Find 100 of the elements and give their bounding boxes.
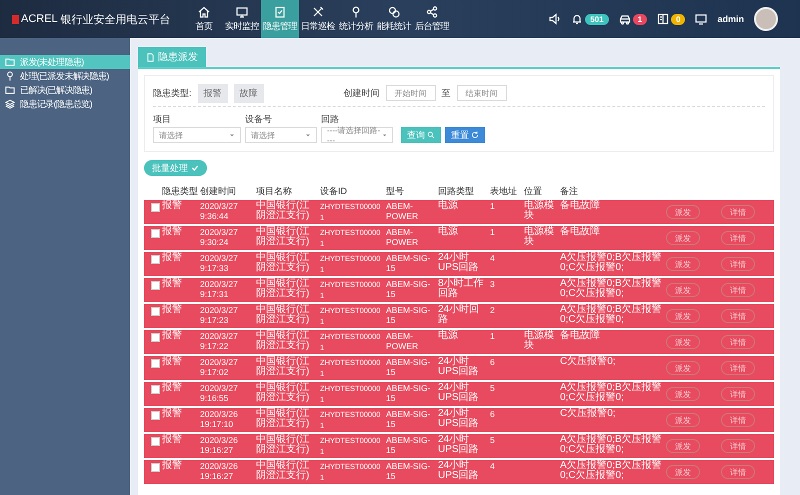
home-icon [198, 6, 210, 18]
table-cell: 2020/3/26 19:16:27 [200, 461, 238, 481]
select-field[interactable]: 请选择 [245, 127, 317, 143]
row-action-button[interactable]: 详情 [721, 283, 755, 297]
row-checkbox[interactable] [151, 333, 160, 342]
row-checkbox[interactable] [151, 281, 160, 290]
row-action-button[interactable]: 派发 [666, 439, 700, 453]
caret-icon [229, 132, 235, 138]
table-cell: 电源模块 [524, 330, 554, 351]
monitor-icon [695, 13, 708, 25]
row-checkbox[interactable] [151, 255, 160, 264]
row-action-button[interactable]: 详情 [721, 205, 755, 219]
username[interactable]: admin [717, 14, 744, 24]
table-cell: 4 [490, 461, 495, 471]
table-cell: 中国银行(江阴澄江支行) [256, 226, 310, 247]
row-action-button[interactable]: 派发 [666, 283, 700, 297]
row-checkbox[interactable] [151, 385, 160, 394]
table-cell: ABEM-SIG-15 [386, 253, 430, 273]
row-action-button[interactable]: 派发 [666, 413, 700, 427]
nav-tab[interactable]: 隐患管理 [261, 0, 299, 38]
check-icon [191, 164, 199, 172]
row-action-button[interactable]: 详情 [721, 231, 755, 245]
table-cell: 2020/3/27 9:17:02 [200, 357, 238, 377]
table-cell: ABEM-SIG-15 [386, 461, 430, 481]
table-cell: A欠压报警0;B欠压报警0;C欠压报警0; [560, 304, 662, 325]
nav-tab[interactable]: 日常巡检 [299, 0, 337, 38]
table-cell: 中国银行(江阴澄江支行) [256, 200, 310, 221]
table-cell: 3 [490, 279, 495, 289]
document-icon [146, 52, 155, 62]
table-cell: 报警 [162, 460, 182, 471]
pin-icon [350, 6, 362, 18]
table-cell: 1 [490, 227, 495, 237]
row-action-button[interactable]: 派发 [666, 257, 700, 271]
row-action-button[interactable]: 派发 [666, 231, 700, 245]
avatar[interactable] [754, 7, 778, 31]
table-cell: A欠压报警0;B欠压报警0;C欠压报警0; [560, 278, 662, 299]
table-cell: 8小时工作回路 [438, 278, 484, 299]
monitor-icon [236, 6, 248, 18]
row-action-button[interactable]: 派发 [666, 309, 700, 323]
nav-tab[interactable]: 首页 [185, 0, 223, 38]
row-action-button[interactable]: 详情 [721, 361, 755, 375]
table-cell: 中国银行(江阴澄江支行) [256, 382, 310, 403]
table-cell: ABEM-SIG-15 [386, 409, 430, 429]
table-cell: 备电故障 [560, 226, 600, 237]
table-cell: C欠压报警0; [560, 408, 616, 419]
row-action-button[interactable]: 详情 [721, 387, 755, 401]
batch-button[interactable]: 批量处理 [144, 160, 207, 176]
speaker-icon [549, 13, 562, 25]
row-checkbox[interactable] [151, 203, 160, 212]
filter-option[interactable]: 报警 [198, 84, 228, 102]
table-cell: ABEM-SIG-15 [386, 279, 430, 299]
table-cell: 1 [490, 331, 495, 341]
row-action-button[interactable]: 详情 [721, 439, 755, 453]
row-action-button[interactable]: 详情 [721, 335, 755, 349]
date-field[interactable]: 开始时间 [386, 85, 436, 101]
nav-tab[interactable]: 后台管理 [413, 0, 451, 38]
field-label: 项目 [153, 113, 172, 126]
row-checkbox[interactable] [151, 229, 160, 238]
row-action-button[interactable]: 派发 [666, 387, 700, 401]
table-cell: 电源模块 [524, 226, 554, 247]
tab[interactable]: 隐患派发 [138, 47, 206, 67]
nav-tab[interactable]: 实时监控 [223, 0, 261, 38]
table-cell: 中国银行(江阴澄江支行) [256, 356, 310, 377]
share-icon [426, 6, 438, 18]
nav-tab[interactable]: 统计分析 [337, 0, 375, 38]
reset-button[interactable]: 重置 [445, 127, 485, 143]
table-cell: 中国银行(江阴澄江支行) [256, 252, 310, 273]
row-action-button[interactable]: 详情 [721, 257, 755, 271]
table-cell: 2020/3/26 19:17:10 [200, 409, 238, 429]
date-field[interactable]: 结束时间 [456, 85, 507, 101]
row-action-button[interactable]: 详情 [721, 309, 755, 323]
row-checkbox[interactable] [151, 411, 160, 420]
row-checkbox[interactable] [151, 437, 160, 446]
search-button[interactable]: 查询 [401, 127, 441, 143]
table-cell: 电源 [438, 330, 458, 341]
pin-icon [5, 71, 15, 81]
pill-icon [388, 6, 400, 18]
select-field[interactable]: 请选择 [153, 127, 241, 143]
field-label: 创建时间 [344, 86, 380, 100]
select-field[interactable]: ----请选择回路---- [321, 127, 393, 143]
row-checkbox[interactable] [151, 307, 160, 316]
table-cell: ABEM-SIG-15 [386, 357, 430, 377]
nav-tab[interactable]: 能耗统计 [375, 0, 413, 38]
sidebar-item[interactable]: 派发(未处理隐患) [0, 55, 130, 69]
row-checkbox[interactable] [151, 463, 160, 472]
table-cell: 2 [490, 305, 495, 315]
row-action-button[interactable]: 详情 [721, 413, 755, 427]
row-action-button[interactable]: 派发 [666, 361, 700, 375]
table-cell: 报警 [162, 278, 182, 289]
document-icon [657, 13, 670, 25]
filter-option[interactable]: 故障 [234, 84, 264, 102]
table-cell: ABEM-POWER [386, 227, 418, 247]
sidebar-item[interactable]: 隐患记录(隐患总览) [0, 97, 130, 111]
sidebar-item[interactable]: 已解决(已解决隐患) [0, 83, 130, 97]
row-action-button[interactable]: 详情 [721, 465, 755, 479]
row-action-button[interactable]: 派发 [666, 335, 700, 349]
sidebar-item[interactable]: 处理(已派发未解决隐患) [0, 69, 130, 83]
row-action-button[interactable]: 派发 [666, 465, 700, 479]
row-action-button[interactable]: 派发 [666, 205, 700, 219]
row-checkbox[interactable] [151, 359, 160, 368]
